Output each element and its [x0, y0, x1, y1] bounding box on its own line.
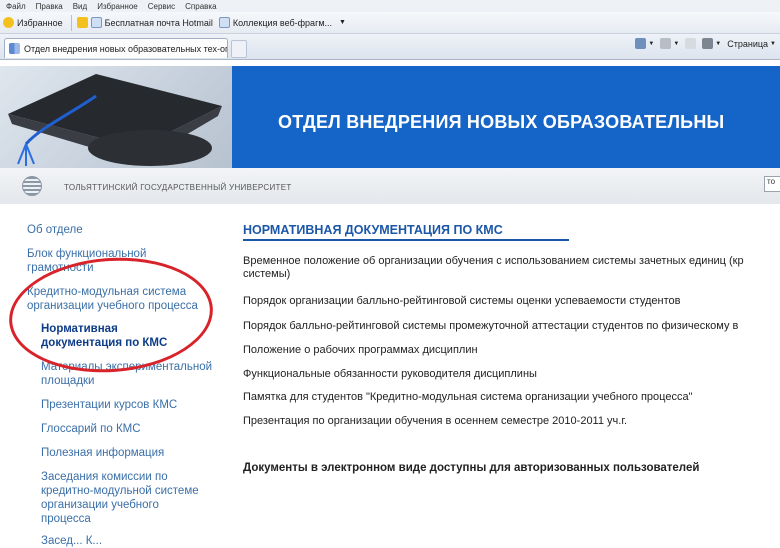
- access-note: Документы в электронном виде доступны дл…: [243, 462, 700, 474]
- menu-edit[interactable]: Правка: [36, 2, 63, 11]
- dropdown-arrow-icon: ▼: [648, 40, 655, 47]
- university-logo-icon: [22, 176, 42, 196]
- menu-help[interactable]: Справка: [185, 2, 216, 11]
- dropdown-arrow-icon: ▼: [715, 40, 722, 47]
- tab-title: Отдел внедрения новых образовательных те…: [24, 43, 228, 54]
- doc-label-line: Временное положение об организации обуче…: [243, 255, 744, 267]
- print-button[interactable]: ▼: [702, 38, 721, 49]
- dropdown-arrow-icon: ▼: [673, 40, 680, 47]
- divider: [70, 14, 72, 31]
- page-title: ОТДЕЛ ВНЕДРЕНИЯ НОВЫХ ОБРАЗОВАТЕЛЬНЫ: [278, 112, 725, 132]
- chevron-down-icon[interactable]: ▼: [339, 19, 346, 26]
- page-menu-label: Страница: [727, 38, 769, 49]
- favorites-bar: Избранное Бесплатная почта Hotmail Колле…: [0, 12, 780, 34]
- doc-link-supervisor-duties[interactable]: Функциональные обязанности руководителя …: [243, 368, 537, 381]
- university-name: ТОЛЬЯТТИНСКИЙ ГОСУДАРСТВЕННЫЙ УНИВЕРСИТЕ…: [64, 183, 292, 192]
- nav-more[interactable]: Засед... К...: [41, 534, 102, 548]
- new-tab-button[interactable]: [231, 40, 247, 58]
- section-title: НОРМАТИВНАЯ ДОКУМЕНТАЦИЯ ПО КМС: [243, 223, 503, 237]
- home-icon: [635, 38, 647, 49]
- nav-useful-info[interactable]: Полезная информация: [41, 446, 164, 460]
- doc-label-line: системы): [243, 268, 291, 280]
- favorites-button[interactable]: Избранное: [0, 17, 66, 28]
- doc-link-temporary-regulation[interactable]: Временное положение об организации обуче…: [243, 255, 744, 281]
- favorite-link-label: Коллекция веб-фрагм...: [232, 17, 333, 28]
- nav-label-line: Заседания комиссии по: [41, 471, 168, 483]
- printer-icon: [702, 38, 714, 49]
- favorites-label: Избранное: [17, 17, 63, 28]
- page-icon: [218, 17, 230, 28]
- graduation-cap-icon: [8, 74, 222, 166]
- read-mail-button[interactable]: [685, 38, 697, 49]
- menu-tools[interactable]: Сервис: [148, 2, 175, 11]
- feeds-button[interactable]: ▼: [660, 38, 679, 49]
- doc-link-student-memo[interactable]: Памятка для студентов "Кредитно-модульна…: [243, 391, 692, 404]
- favorite-link-label: Бесплатная почта Hotmail: [104, 17, 213, 28]
- section-title-underline: [243, 239, 569, 241]
- menu-bar: Файл Правка Вид Избранное Сервис Справка: [0, 0, 780, 12]
- doc-link-autumn-presentation[interactable]: Презентация по организации обучения в ос…: [243, 415, 627, 428]
- nav-glossary[interactable]: Глоссарий по КМС: [41, 422, 141, 436]
- mail-icon: [685, 38, 697, 49]
- nav-label-line: организации учебного: [41, 499, 159, 511]
- nav-presentations[interactable]: Презентации курсов КМС: [41, 398, 177, 412]
- home-button[interactable]: ▼: [635, 38, 654, 49]
- rss-icon: [660, 38, 672, 49]
- nav-label-line: процесса: [41, 513, 91, 525]
- browser-tab[interactable]: Отдел внедрения новых образовательных те…: [4, 38, 228, 58]
- grid-icon: [9, 43, 20, 54]
- menu-favorites[interactable]: Избранное: [97, 2, 138, 11]
- page-icon: [90, 17, 102, 28]
- add-favorite-icon[interactable]: [76, 17, 88, 28]
- doc-link-work-programs[interactable]: Положение о рабочих программах дисциплин: [243, 344, 478, 357]
- menu-file[interactable]: Файл: [6, 2, 26, 11]
- dropdown-arrow-icon: ▼: [770, 40, 776, 47]
- command-bar: ▼ ▼ ▼ Страница ▼: [635, 38, 776, 49]
- search-input[interactable]: то: [764, 176, 780, 192]
- favorite-link-hotmail[interactable]: Бесплатная почта Hotmail: [88, 17, 216, 28]
- nav-label-line: площадки: [41, 375, 95, 387]
- nav-label-line: кредитно-модульной системе: [41, 485, 199, 497]
- star-icon: [3, 17, 14, 28]
- graduation-cap-image: [0, 66, 232, 168]
- favorite-link-webslices[interactable]: Коллекция веб-фрагм... ▼: [216, 17, 349, 28]
- nav-about[interactable]: Об отделе: [27, 223, 83, 237]
- menu-view[interactable]: Вид: [73, 2, 87, 11]
- doc-link-rating-system[interactable]: Порядок организации балльно-рейтинговой …: [243, 295, 681, 308]
- nav-commission-meetings[interactable]: Заседания комиссии по кредитно-модульной…: [41, 470, 199, 526]
- doc-link-pe-attestation[interactable]: Порядок балльно-рейтинговой системы пром…: [243, 320, 738, 333]
- page-menu-button[interactable]: Страница ▼: [727, 39, 776, 49]
